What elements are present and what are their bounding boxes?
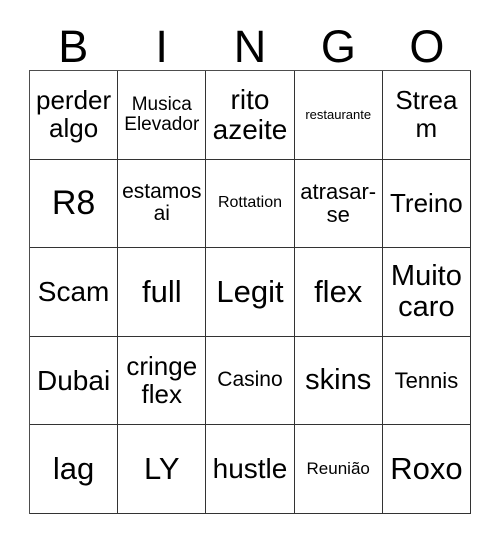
bingo-cell-label: Treino — [390, 187, 463, 218]
bingo-cell[interactable]: R8 — [30, 159, 119, 249]
bingo-cell[interactable]: estamos ai — [118, 159, 207, 249]
bingo-cell[interactable]: Treino — [382, 159, 471, 249]
bingo-cell-label: hustle — [212, 453, 288, 485]
bingo-cell[interactable]: Tennis — [382, 336, 471, 426]
bingo-cell-label: flex — [314, 273, 363, 309]
bingo-card: B I N G O perder algo Musica Elevador ri… — [0, 0, 500, 544]
bingo-cell-label: rito azeite — [212, 84, 288, 145]
bingo-header-row: B I N G O — [29, 14, 471, 70]
bingo-cell-label: Roxo — [390, 450, 463, 486]
header-letter-i: I — [155, 21, 168, 72]
bingo-cell[interactable]: restaurante — [294, 71, 383, 160]
bingo-cell-label: perder algo — [36, 85, 112, 143]
bingo-cell-label: Rottation — [217, 193, 283, 211]
bingo-cell-label: full — [141, 273, 182, 309]
bingo-cell[interactable]: Muito caro — [382, 248, 471, 337]
bingo-cell-label: lag — [52, 450, 95, 486]
bingo-cell[interactable]: Casino — [206, 336, 295, 426]
bingo-cell[interactable]: perder algo — [30, 71, 119, 160]
bingo-cell[interactable]: full — [118, 248, 207, 337]
bingo-cell-label: Dubai — [37, 364, 111, 396]
bingo-cell[interactable]: Scam — [30, 248, 119, 337]
bingo-cell[interactable]: flex — [294, 248, 383, 337]
bingo-cell-label: Scam — [37, 276, 110, 308]
bingo-cell[interactable]: Legit — [206, 248, 295, 337]
bingo-cell-label: R8 — [51, 184, 96, 223]
bingo-cell-label: Muito caro — [390, 260, 462, 323]
bingo-cell[interactable]: atrasar-se — [294, 159, 383, 249]
bingo-cell-label: skins — [305, 364, 372, 397]
bingo-cell-label: Tennis — [394, 367, 459, 393]
bingo-cell-label: Reunião — [306, 459, 370, 479]
bingo-cell-label: LY — [143, 450, 180, 486]
bingo-cell-label: Casino — [217, 368, 283, 392]
bingo-cell[interactable]: skins — [294, 336, 383, 426]
bingo-cell[interactable]: Roxo — [382, 425, 471, 514]
bingo-cell-label: atrasar-se — [300, 179, 377, 228]
bingo-grid: perder algo Musica Elevador rito azeite … — [29, 70, 471, 514]
header-letter-b: B — [58, 21, 89, 72]
bingo-cell[interactable]: Stream — [382, 71, 471, 160]
bingo-cell[interactable]: Reunião — [294, 425, 383, 514]
bingo-cell-label: Legit — [216, 273, 284, 309]
header-letter-g: G — [320, 21, 356, 72]
header-letter-n: N — [233, 21, 267, 72]
bingo-cell-label: Musica Elevador — [124, 93, 200, 135]
bingo-cell[interactable]: Dubai — [30, 336, 119, 426]
bingo-cell[interactable]: Rottation — [206, 159, 295, 249]
bingo-cell-label: cringe flex — [126, 351, 198, 409]
bingo-cell[interactable]: rito azeite — [206, 71, 295, 160]
bingo-cell-label: Stream — [395, 85, 458, 143]
bingo-cell[interactable]: lag — [30, 425, 119, 514]
bingo-cell[interactable]: cringe flex — [118, 336, 207, 426]
bingo-cell[interactable]: hustle — [206, 425, 295, 514]
bingo-cell[interactable]: LY — [118, 425, 207, 514]
bingo-cell[interactable]: Musica Elevador — [118, 71, 207, 160]
header-letter-o: O — [409, 21, 445, 72]
bingo-cell-label: estamos ai — [122, 180, 202, 226]
bingo-cell-label: restaurante — [305, 106, 372, 122]
